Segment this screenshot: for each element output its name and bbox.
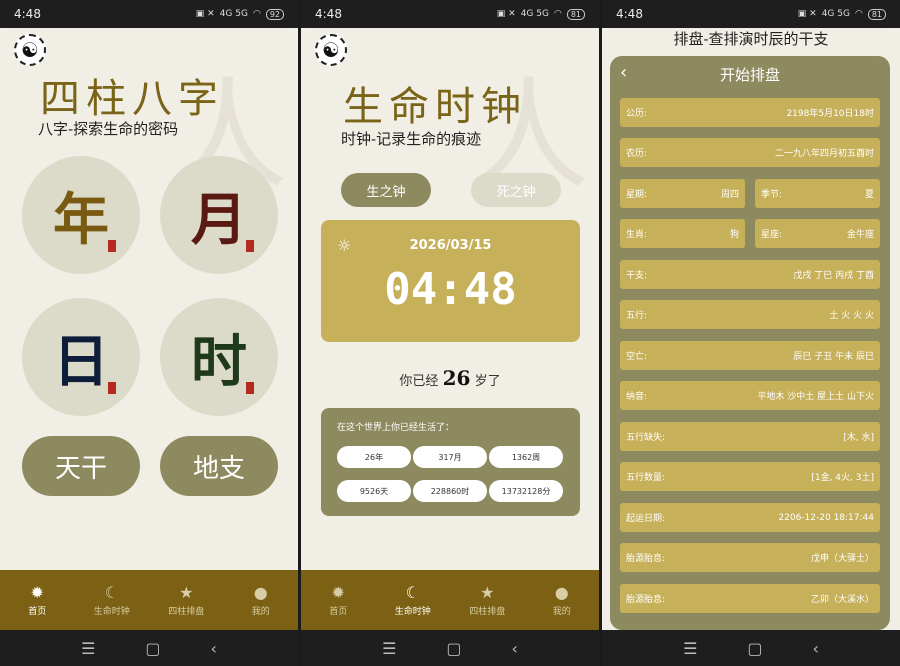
tab-home[interactable]: ✹ 首页 — [303, 583, 373, 617]
row-start-date: 起运日期: 2206-12-20 18:17:44 — [620, 503, 880, 532]
row-nayin: 纳音: 平地木 沙中土 屋上土 山下火 — [620, 381, 880, 410]
life-stats-card: 在这个世界上你已经生活了： 26年 317月 1362周 9526天 22886… — [321, 408, 580, 516]
status-bar: 4:48 ▣ ✕ 4G 5G ◠ 92 — [0, 0, 298, 28]
stat-months: 317月 — [413, 446, 487, 468]
sun-icon: ✹ — [30, 583, 44, 602]
back-icon[interactable]: ‹ — [813, 639, 819, 658]
menu-icon[interactable]: ☰ — [382, 639, 396, 658]
back-icon[interactable]: ‹ — [512, 639, 518, 658]
stat-hours: 228860时 — [413, 480, 487, 502]
panel-header: 开始排盘 — [719, 66, 780, 84]
page-title: 排盘-查排演时辰的干支 — [673, 30, 829, 48]
home-icon[interactable]: ▢ — [446, 639, 461, 658]
dizhi-button[interactable]: 地支 — [160, 436, 278, 496]
seal-icon — [246, 240, 254, 252]
screen-paipan: 4:48 ▣ ✕ 4G 5G ◠ 81 排盘-查排演时辰的干支 ‹ 开始排盘 公… — [602, 0, 900, 666]
circle-day[interactable]: 日 — [22, 298, 140, 416]
row-wuxing: 五行: 土 火 火 火 — [620, 300, 880, 329]
home-icon[interactable]: ▢ — [145, 639, 160, 658]
status-icons: ▣ ✕ 4G 5G ◠ 92 — [196, 8, 284, 20]
tab-home[interactable]: ✹ 首页 — [2, 583, 72, 617]
star-icon: ★ — [179, 583, 194, 602]
circle-hour[interactable]: 时 — [160, 298, 278, 416]
row-weekday: 星期: 周四 — [620, 179, 745, 208]
row-kongwang: 空亡: 辰巳 子丑 午未 辰巳 — [620, 341, 880, 370]
page-subtitle: 八字-探索生命的密码 — [38, 120, 179, 138]
tab-bar: ✹ 首页 ☾ 生命时钟 ★ 四柱排盘 ● 我的 — [301, 570, 599, 630]
row-taiyuan-1: 胎源胎息: 戊申（大驿土） — [620, 543, 880, 572]
page-title: 生命时钟 — [343, 84, 527, 130]
row-gregorian: 公历: 2198年5月10日18时 — [620, 98, 880, 127]
page-subtitle: 时钟-记录生命的痕迹 — [341, 130, 482, 148]
person-icon: ● — [253, 583, 268, 602]
menu-icon[interactable]: ☰ — [81, 639, 95, 658]
paipan-panel: ‹ 开始排盘 公历: 2198年5月10日18时 农历: 二一九八年四月初五酉时 星… — [610, 56, 890, 630]
tab-bar: ✹ 首页 ☾ 生命时钟 ★ 四柱排盘 ● 我的 — [0, 570, 298, 630]
life-stats-header: 在这个世界上你已经生活了： — [337, 423, 455, 433]
row-season: 季节: 夏 — [755, 179, 880, 208]
back-icon[interactable]: ‹ — [211, 639, 217, 658]
row-taiyuan-2: 胎源胎息: 乙卯（大溪水） — [620, 584, 880, 613]
tab-life-clock[interactable]: ☾ 生命时钟 — [378, 583, 448, 617]
row-wuxing-count: 五行数量: [1金, 4火, 3土] — [620, 462, 880, 491]
moon-icon: ☾ — [405, 583, 420, 602]
row-constellation: 星座: 金牛座 — [755, 219, 880, 248]
stat-minutes: 13732128分 — [489, 480, 563, 502]
bagua-icon: ☯ — [315, 34, 347, 66]
tab-mine[interactable]: ● 我的 — [527, 583, 597, 617]
screen-life-clock: 4:48 ▣ ✕ 4G 5G ◠ 81 人 ☯ 生命时钟 时钟-记录生命的痕迹 … — [301, 0, 599, 666]
row-lunar: 农历: 二一九八年四月初五酉时 — [620, 138, 880, 167]
stat-days: 9526天 — [337, 480, 411, 502]
paipan-content: 排盘-查排演时辰的干支 ‹ 开始排盘 公历: 2198年5月10日18时 农历: 二… — [602, 28, 900, 630]
tab-paipan[interactable]: ★ 四柱排盘 — [151, 583, 221, 617]
clock-card: ☼ 2026/03/15 04:48 — [321, 220, 580, 342]
system-nav: ☰ ▢ ‹ — [301, 630, 599, 666]
life-clock-button[interactable]: 生之钟 — [341, 173, 431, 207]
status-icons: ▣ ✕ 4G 5G ◠ 81 — [497, 8, 585, 20]
star-icon: ★ — [480, 583, 495, 602]
seal-icon — [246, 382, 254, 394]
circle-year[interactable]: 年 — [22, 156, 140, 274]
home-icon[interactable]: ▢ — [747, 639, 762, 658]
death-clock-button[interactable]: 死之钟 — [471, 173, 561, 207]
tab-mine[interactable]: ● 我的 — [226, 583, 296, 617]
row-ganzhi: 干支: 戊戌 丁巳 丙戌 丁酉 — [620, 260, 880, 289]
stat-weeks: 1362周 — [489, 446, 563, 468]
status-time: 4:48 — [616, 7, 643, 21]
seal-icon — [108, 240, 116, 252]
status-icons: ▣ ✕ 4G 5G ◠ 81 — [798, 8, 886, 20]
status-bar: 4:48 ▣ ✕ 4G 5G ◠ 81 — [301, 0, 599, 28]
circle-month[interactable]: 月 — [160, 156, 278, 274]
status-time: 4:48 — [315, 7, 342, 21]
menu-icon[interactable]: ☰ — [683, 639, 697, 658]
row-wuxing-missing: 五行缺失: [木, 水] — [620, 422, 880, 451]
screen-home: 4:48 ▣ ✕ 4G 5G ◠ 92 人 ☯ 四柱八字 八字-探索生命的密码 … — [0, 0, 298, 666]
home-content: 人 ☯ 四柱八字 八字-探索生命的密码 年 月 日 时 天干 地支 ✹ 首页 ☾ 生… — [0, 28, 298, 630]
status-bar: 4:48 ▣ ✕ 4G 5G ◠ 81 — [602, 0, 900, 28]
stat-years: 26年 — [337, 446, 411, 468]
tiangan-button[interactable]: 天干 — [22, 436, 140, 496]
status-time: 4:48 — [14, 7, 41, 21]
system-nav: ☰ ▢ ‹ — [602, 630, 900, 666]
age-text: 你已经 26 岁了 — [399, 366, 501, 390]
clock-time: 04:48 — [384, 264, 517, 315]
person-icon: ● — [554, 583, 569, 602]
page-title: 四柱八字 — [40, 76, 224, 122]
system-nav: ☰ ▢ ‹ — [0, 630, 298, 666]
row-zodiac: 生肖: 狗 — [620, 219, 745, 248]
tab-paipan[interactable]: ★ 四柱排盘 — [452, 583, 522, 617]
seal-icon — [108, 382, 116, 394]
tab-life-clock[interactable]: ☾ 生命时钟 — [77, 583, 147, 617]
bagua-icon: ☯ — [14, 34, 46, 66]
age-value: 26 — [442, 366, 471, 390]
clock-date: 2026/03/15 — [409, 238, 492, 253]
sun-icon: ✹ — [331, 583, 345, 602]
moon-icon: ☾ — [104, 583, 119, 602]
clock-content: 人 ☯ 生命时钟 时钟-记录生命的痕迹 生之钟 死之钟 ☼ 2026/03/15… — [301, 28, 599, 630]
